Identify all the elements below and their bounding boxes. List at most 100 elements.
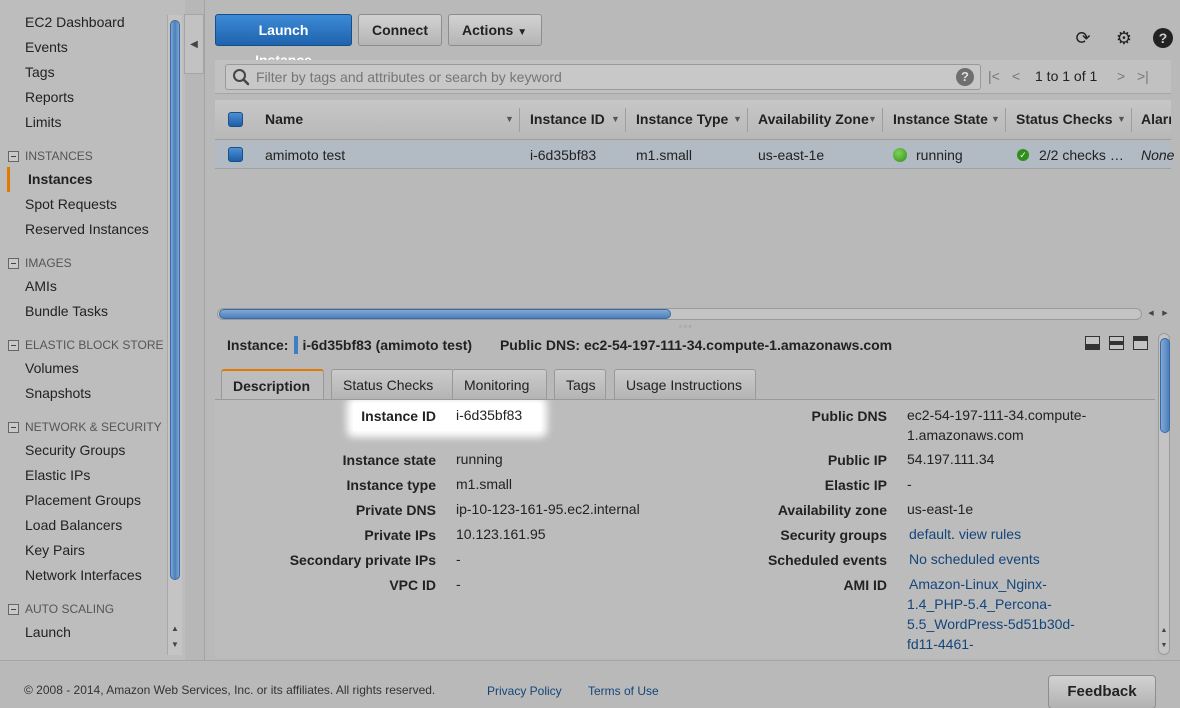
search-box[interactable]: ? — [225, 64, 981, 90]
search-input[interactable] — [256, 68, 936, 86]
scroll-left-icon[interactable]: ◀ — [1145, 309, 1157, 319]
scroll-down-icon[interactable]: ▼ — [1159, 640, 1169, 652]
filter-bar: ? |< < 1 to 1 of 1 > >| — [215, 60, 1171, 94]
column-availability-zone[interactable]: Availability Zone — [758, 100, 869, 140]
tab-monitoring[interactable]: Monitoring — [452, 369, 547, 399]
detail-vertical-scrollbar[interactable]: ▲ ▼ — [1156, 333, 1172, 655]
launch-instance-button[interactable]: Launch Instance — [215, 14, 352, 68]
view-rules-link[interactable]: view rules — [959, 526, 1021, 542]
column-instance-type[interactable]: Instance Type — [636, 100, 728, 140]
resize-grip-icon[interactable]: ▫▫▫ — [679, 322, 694, 331]
last-page-icon[interactable]: >| — [1137, 68, 1149, 84]
help-icon[interactable]: ? — [1153, 28, 1173, 48]
description-panel: Instance ID i-6d35bf83 Instance state ru… — [215, 400, 1155, 658]
sidebar-item-tags[interactable]: Tags — [0, 60, 168, 85]
select-all-checkbox[interactable] — [228, 112, 243, 127]
cell-instance-state: running — [916, 147, 963, 163]
feedback-button[interactable]: Feedback — [1048, 675, 1156, 708]
scheduled-events-link[interactable]: No scheduled events — [909, 549, 1040, 569]
sidebar-scrollbar[interactable]: ▲ ▼ — [167, 15, 182, 655]
column-instance-state[interactable]: Instance State — [893, 100, 988, 140]
prev-page-icon[interactable]: < — [1012, 68, 1020, 84]
sidebar-item-instances[interactable]: Instances — [7, 167, 168, 192]
sidebar-item-ec2-dashboard[interactable]: EC2 Dashboard — [0, 10, 168, 35]
value-instance-type: m1.small — [456, 476, 513, 492]
label-public-dns: Public DNS — [811, 408, 887, 424]
sidebar-item-security-groups[interactable]: Security Groups — [0, 438, 168, 463]
sidebar-item-snapshots[interactable]: Snapshots — [0, 381, 168, 406]
sidebar-item-events[interactable]: Events — [0, 35, 168, 60]
row-checkbox[interactable] — [228, 147, 243, 162]
tab-tags[interactable]: Tags — [554, 369, 606, 399]
ami-id-link-line3[interactable]: 5.5_WordPress-5d51b30d- — [907, 614, 1075, 634]
table-horizontal-scrollbar[interactable]: ◀ ▶ — [217, 306, 1168, 322]
detail-title: Instance: i-6d35bf83 (amimoto test) Publi… — [227, 336, 893, 354]
scroll-up-icon[interactable]: ▲ — [1159, 625, 1169, 637]
detail-scroll-thumb[interactable] — [1160, 338, 1170, 433]
label-private-dns: Private DNS — [355, 502, 436, 518]
column-name[interactable]: Name — [265, 100, 303, 140]
sidebar-section-ebs[interactable]: ELASTIC BLOCK STORE — [0, 334, 168, 356]
next-page-icon[interactable]: > — [1117, 68, 1125, 84]
ami-id-link-line1[interactable]: Amazon-Linux_Nginx- — [909, 574, 1047, 594]
sidebar-scroll-thumb[interactable] — [170, 20, 180, 580]
column-status-checks[interactable]: Status Checks — [1016, 100, 1112, 140]
table-scroll-thumb[interactable] — [219, 309, 671, 319]
value-secondary-private-ips: - — [456, 551, 461, 567]
tab-description[interactable]: Description — [221, 369, 324, 400]
scroll-up-icon[interactable]: ▲ — [169, 623, 181, 635]
sidebar-section-network-security[interactable]: NETWORK & SECURITY — [0, 416, 168, 438]
sidebar-item-launch[interactable]: Launch — [0, 620, 168, 645]
sidebar-item-network-interfaces[interactable]: Network Interfaces — [0, 563, 168, 588]
first-page-icon[interactable]: |< — [988, 68, 1000, 84]
sidebar-section-auto-scaling[interactable]: AUTO SCALING — [0, 598, 168, 620]
terms-of-use-link[interactable]: Terms of Use — [588, 684, 659, 698]
privacy-policy-link[interactable]: Privacy Policy — [487, 684, 562, 698]
actions-button[interactable]: Actions ▼ — [448, 14, 542, 46]
column-alarm[interactable]: Alarm — [1141, 100, 1171, 140]
collapse-section-icon[interactable] — [8, 339, 19, 351]
chevron-left-icon: ◀ — [190, 39, 198, 50]
column-instance-id[interactable]: Instance ID — [530, 100, 605, 140]
layout-split-icon[interactable] — [1109, 336, 1124, 350]
sidebar-item-placement-groups[interactable]: Placement Groups — [0, 488, 168, 513]
scroll-right-icon[interactable]: ▶ — [1159, 309, 1171, 319]
value-availability-zone: us-east-1e — [907, 501, 974, 517]
sidebar-section-images[interactable]: IMAGES — [0, 252, 168, 274]
main-panel: Launch Instance Connect Actions ▼ ⟳ ⚙ ? … — [204, 0, 1180, 660]
table-row[interactable]: amimoto test i-6d35bf83 m1.small us-east… — [215, 141, 1174, 169]
collapse-section-icon[interactable] — [8, 150, 19, 162]
sidebar-item-key-pairs[interactable]: Key Pairs — [0, 538, 168, 563]
collapse-section-icon[interactable] — [8, 603, 19, 615]
refresh-icon[interactable]: ⟳ — [1073, 28, 1093, 48]
sidebar-item-limits[interactable]: Limits — [0, 110, 168, 135]
collapse-section-icon[interactable] — [8, 421, 19, 433]
gear-icon[interactable]: ⚙ — [1114, 28, 1134, 48]
sidebar-item-volumes[interactable]: Volumes — [0, 356, 168, 381]
ami-id-link-line2[interactable]: 1.4_PHP-5.4_Percona- — [907, 594, 1052, 614]
collapse-sidebar-button[interactable]: ◀ — [184, 14, 204, 74]
cell-status-checks[interactable]: 2/2 checks … — [1039, 141, 1124, 169]
copyright-text: © 2008 - 2014, Amazon Web Services, Inc.… — [24, 683, 436, 697]
tab-usage-instructions[interactable]: Usage Instructions — [614, 369, 756, 399]
sidebar-item-reports[interactable]: Reports — [0, 85, 168, 110]
scroll-down-icon[interactable]: ▼ — [169, 639, 181, 651]
layout-bottom-icon[interactable] — [1085, 336, 1100, 350]
sidebar-section-instances[interactable]: INSTANCES — [0, 145, 168, 167]
sidebar-item-amis[interactable]: AMIs — [0, 274, 168, 299]
collapse-section-icon[interactable] — [8, 257, 19, 269]
sidebar-item-spot-requests[interactable]: Spot Requests — [0, 192, 168, 217]
sidebar-item-elastic-ips[interactable]: Elastic IPs — [0, 463, 168, 488]
tab-status-checks[interactable]: Status Checks — [331, 369, 454, 399]
sidebar-item-bundle-tasks[interactable]: Bundle Tasks — [0, 299, 168, 324]
sidebar-item-load-balancers[interactable]: Load Balancers — [0, 513, 168, 538]
layout-full-icon[interactable] — [1133, 336, 1148, 350]
connect-button[interactable]: Connect — [358, 14, 442, 46]
sidebar: EC2 Dashboard Events Tags Reports Limits… — [0, 0, 185, 660]
search-help-icon[interactable]: ? — [956, 68, 974, 86]
ami-id-link-line4[interactable]: fd11-4461- — [907, 634, 974, 654]
sidebar-item-reserved-instances[interactable]: Reserved Instances — [0, 217, 168, 242]
label-instance-type: Instance type — [346, 477, 436, 493]
security-group-default-link[interactable]: default — [909, 526, 951, 542]
chevron-down-icon: ▼ — [517, 27, 528, 38]
